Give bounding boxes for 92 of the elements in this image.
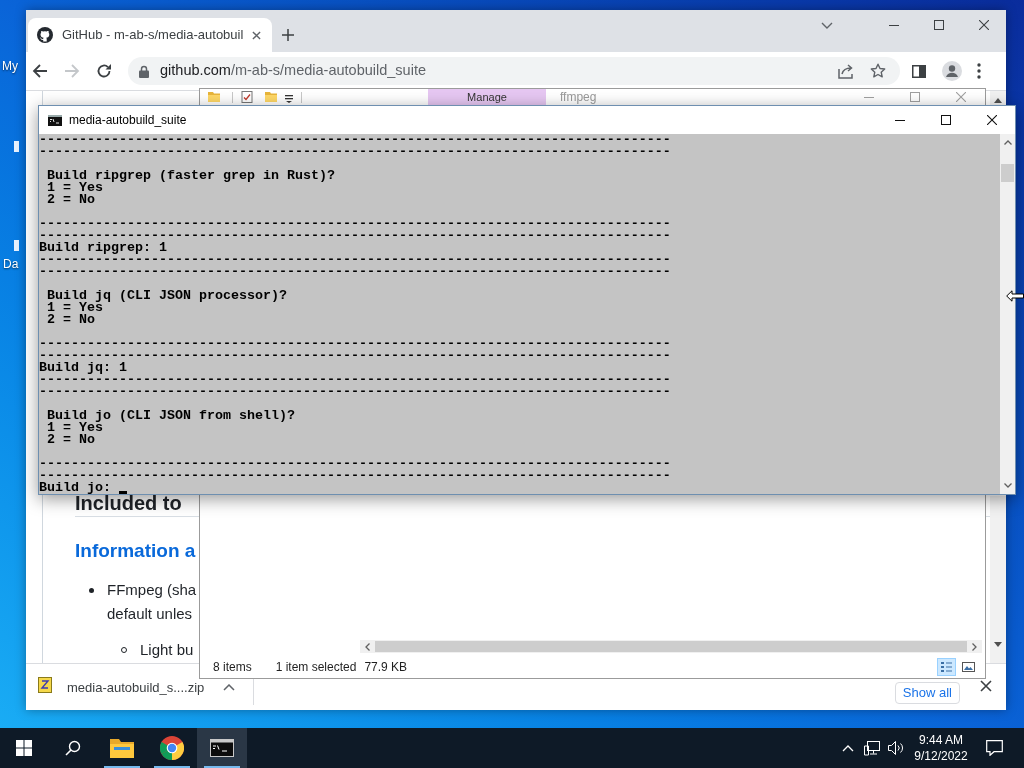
menu-icon[interactable] — [977, 63, 981, 79]
question-text: Build jq (CLI JSON processor)? — [47, 290, 287, 302]
question-text: Build jo (CLI JSON from shell)? — [47, 410, 295, 422]
desktop-icon-label[interactable]: My — [2, 58, 18, 74]
share-icon[interactable] — [838, 63, 854, 79]
option-text: 1 = Yes — [47, 422, 103, 434]
new-tab-icon[interactable] — [282, 29, 294, 41]
separator-line: ------------------------------------------------------------------------------- — [39, 146, 671, 158]
taskbar-app-button[interactable] — [197, 728, 247, 768]
list-item-text: Light bu — [140, 641, 194, 659]
console-scrollbar[interactable] — [1000, 134, 1015, 494]
separator-line: ------------------------------------------------------------------------------- — [39, 218, 671, 230]
clock-date[interactable]: 9/12/2022 — [914, 748, 968, 764]
address-bar[interactable]: github.com/m-ab-s/media-autobuild_suite — [128, 57, 900, 85]
scroll-down-icon[interactable] — [994, 642, 1002, 647]
question-text: Build ripgrep (faster grep in Rust)? — [47, 170, 335, 182]
lock-icon[interactable] — [139, 64, 149, 78]
input-prompt: Build jo: — [39, 482, 111, 494]
option-text: 2 = No — [47, 434, 95, 446]
separator-line: ------------------------------------------------------------------------------- — [39, 374, 671, 386]
option-text: 2 = No — [47, 194, 95, 206]
customize-dropdown-icon[interactable] — [285, 95, 293, 103]
profile-avatar-icon[interactable] — [942, 61, 962, 81]
separator-line: ------------------------------------------------------------------------------- — [39, 350, 671, 362]
windows-logo-icon[interactable] — [16, 740, 32, 756]
back-arrow-icon[interactable] — [32, 63, 48, 79]
close-icon[interactable] — [252, 30, 261, 40]
page-heading: Included to — [75, 493, 182, 513]
separator-line: ------------------------------------------------------------------------------- — [39, 254, 671, 266]
terminal-icon[interactable] — [210, 739, 234, 757]
notification-icon[interactable] — [985, 740, 1003, 756]
volume-icon[interactable] — [888, 741, 904, 755]
search-icon[interactable] — [64, 740, 81, 756]
close-icon[interactable] — [978, 20, 989, 30]
separator-line: ------------------------------------------------------------------------------- — [39, 470, 671, 482]
browser-icon[interactable] — [160, 736, 184, 760]
details-view-icon[interactable] — [937, 657, 956, 676]
section-heading[interactable]: Information a — [75, 538, 196, 564]
scrollbar-track[interactable] — [990, 496, 1006, 663]
bullet-icon — [88, 588, 94, 593]
scroll-left-icon[interactable] — [365, 642, 370, 651]
option-text: 2 = No — [47, 314, 95, 326]
properties-icon[interactable] — [241, 91, 253, 103]
separator-line: ------------------------------------------------------------------------------- — [39, 134, 671, 146]
maximize-icon[interactable] — [933, 20, 944, 30]
answer-text: Build jq: 1 — [39, 362, 127, 374]
separator-line: ------------------------------------------------------------------------------- — [39, 386, 671, 398]
minimize-icon[interactable] — [888, 24, 899, 26]
browser-tab[interactable]: GitHub - m-ab-s/media-autobuil — [28, 18, 272, 52]
separator-line: ------------------------------------------------------------------------------- — [39, 338, 671, 350]
scroll-up-icon[interactable] — [994, 98, 1002, 103]
maximize-icon[interactable] — [941, 115, 951, 125]
scrollbar-track[interactable] — [990, 91, 1006, 105]
download-file-name[interactable]: media-autobuild_s....zip — [67, 679, 205, 695]
archive-file-icon[interactable] — [38, 677, 52, 693]
option-text: 1 = Yes — [47, 302, 103, 314]
separator-line: ------------------------------------------------------------------------------- — [39, 230, 671, 242]
selection-size: 77.9 KB — [364, 658, 408, 676]
separator-line: ------------------------------------------------------------------------------- — [39, 266, 671, 278]
network-icon[interactable] — [864, 740, 880, 756]
window-title: ffmpeg — [560, 89, 597, 105]
separator-line: ------------------------------------------------------------------------------- — [39, 458, 671, 470]
selection-status: 1 item selected — [275, 658, 357, 676]
scrollbar-thumb[interactable] — [375, 641, 967, 652]
minimize-icon[interactable] — [895, 119, 905, 121]
star-icon[interactable] — [870, 63, 886, 79]
logo-icon — [37, 27, 53, 43]
item-count: 8 items — [213, 658, 252, 676]
url-text: github.com/m-ab-s/media-autobuild_suite — [160, 61, 426, 81]
chevron-down-icon[interactable] — [821, 21, 833, 29]
scroll-down-icon[interactable] — [1003, 483, 1012, 488]
scrollbar-thumb[interactable] — [1001, 164, 1014, 182]
option-text: 1 = Yes — [47, 182, 103, 194]
clock-time[interactable]: 9:44 AM — [919, 732, 963, 748]
window-title: media-autobuild_suite — [69, 112, 187, 129]
show-all-button[interactable]: Show all — [894, 682, 960, 704]
chevron-up-icon[interactable] — [223, 683, 235, 691]
side-panel-icon[interactable] — [912, 64, 926, 78]
horizontal-scrollbar[interactable] — [360, 640, 982, 653]
answer-text: Build ripgrep: 1 — [39, 242, 167, 254]
folder-icon[interactable] — [110, 738, 134, 758]
reload-icon[interactable] — [96, 63, 112, 79]
scroll-right-icon[interactable] — [972, 642, 977, 651]
ribbon-tab[interactable]: Manage — [428, 89, 546, 105]
close-icon[interactable] — [987, 115, 997, 125]
list-item-text: FFmpeg (sha — [107, 580, 197, 600]
console-icon — [48, 114, 62, 126]
list-item-text: default unles — [107, 604, 193, 624]
text-cursor — [119, 491, 127, 494]
desktop-icon-label[interactable]: Da — [3, 256, 19, 272]
scroll-up-icon[interactable] — [1003, 140, 1012, 145]
close-icon[interactable] — [980, 680, 992, 692]
